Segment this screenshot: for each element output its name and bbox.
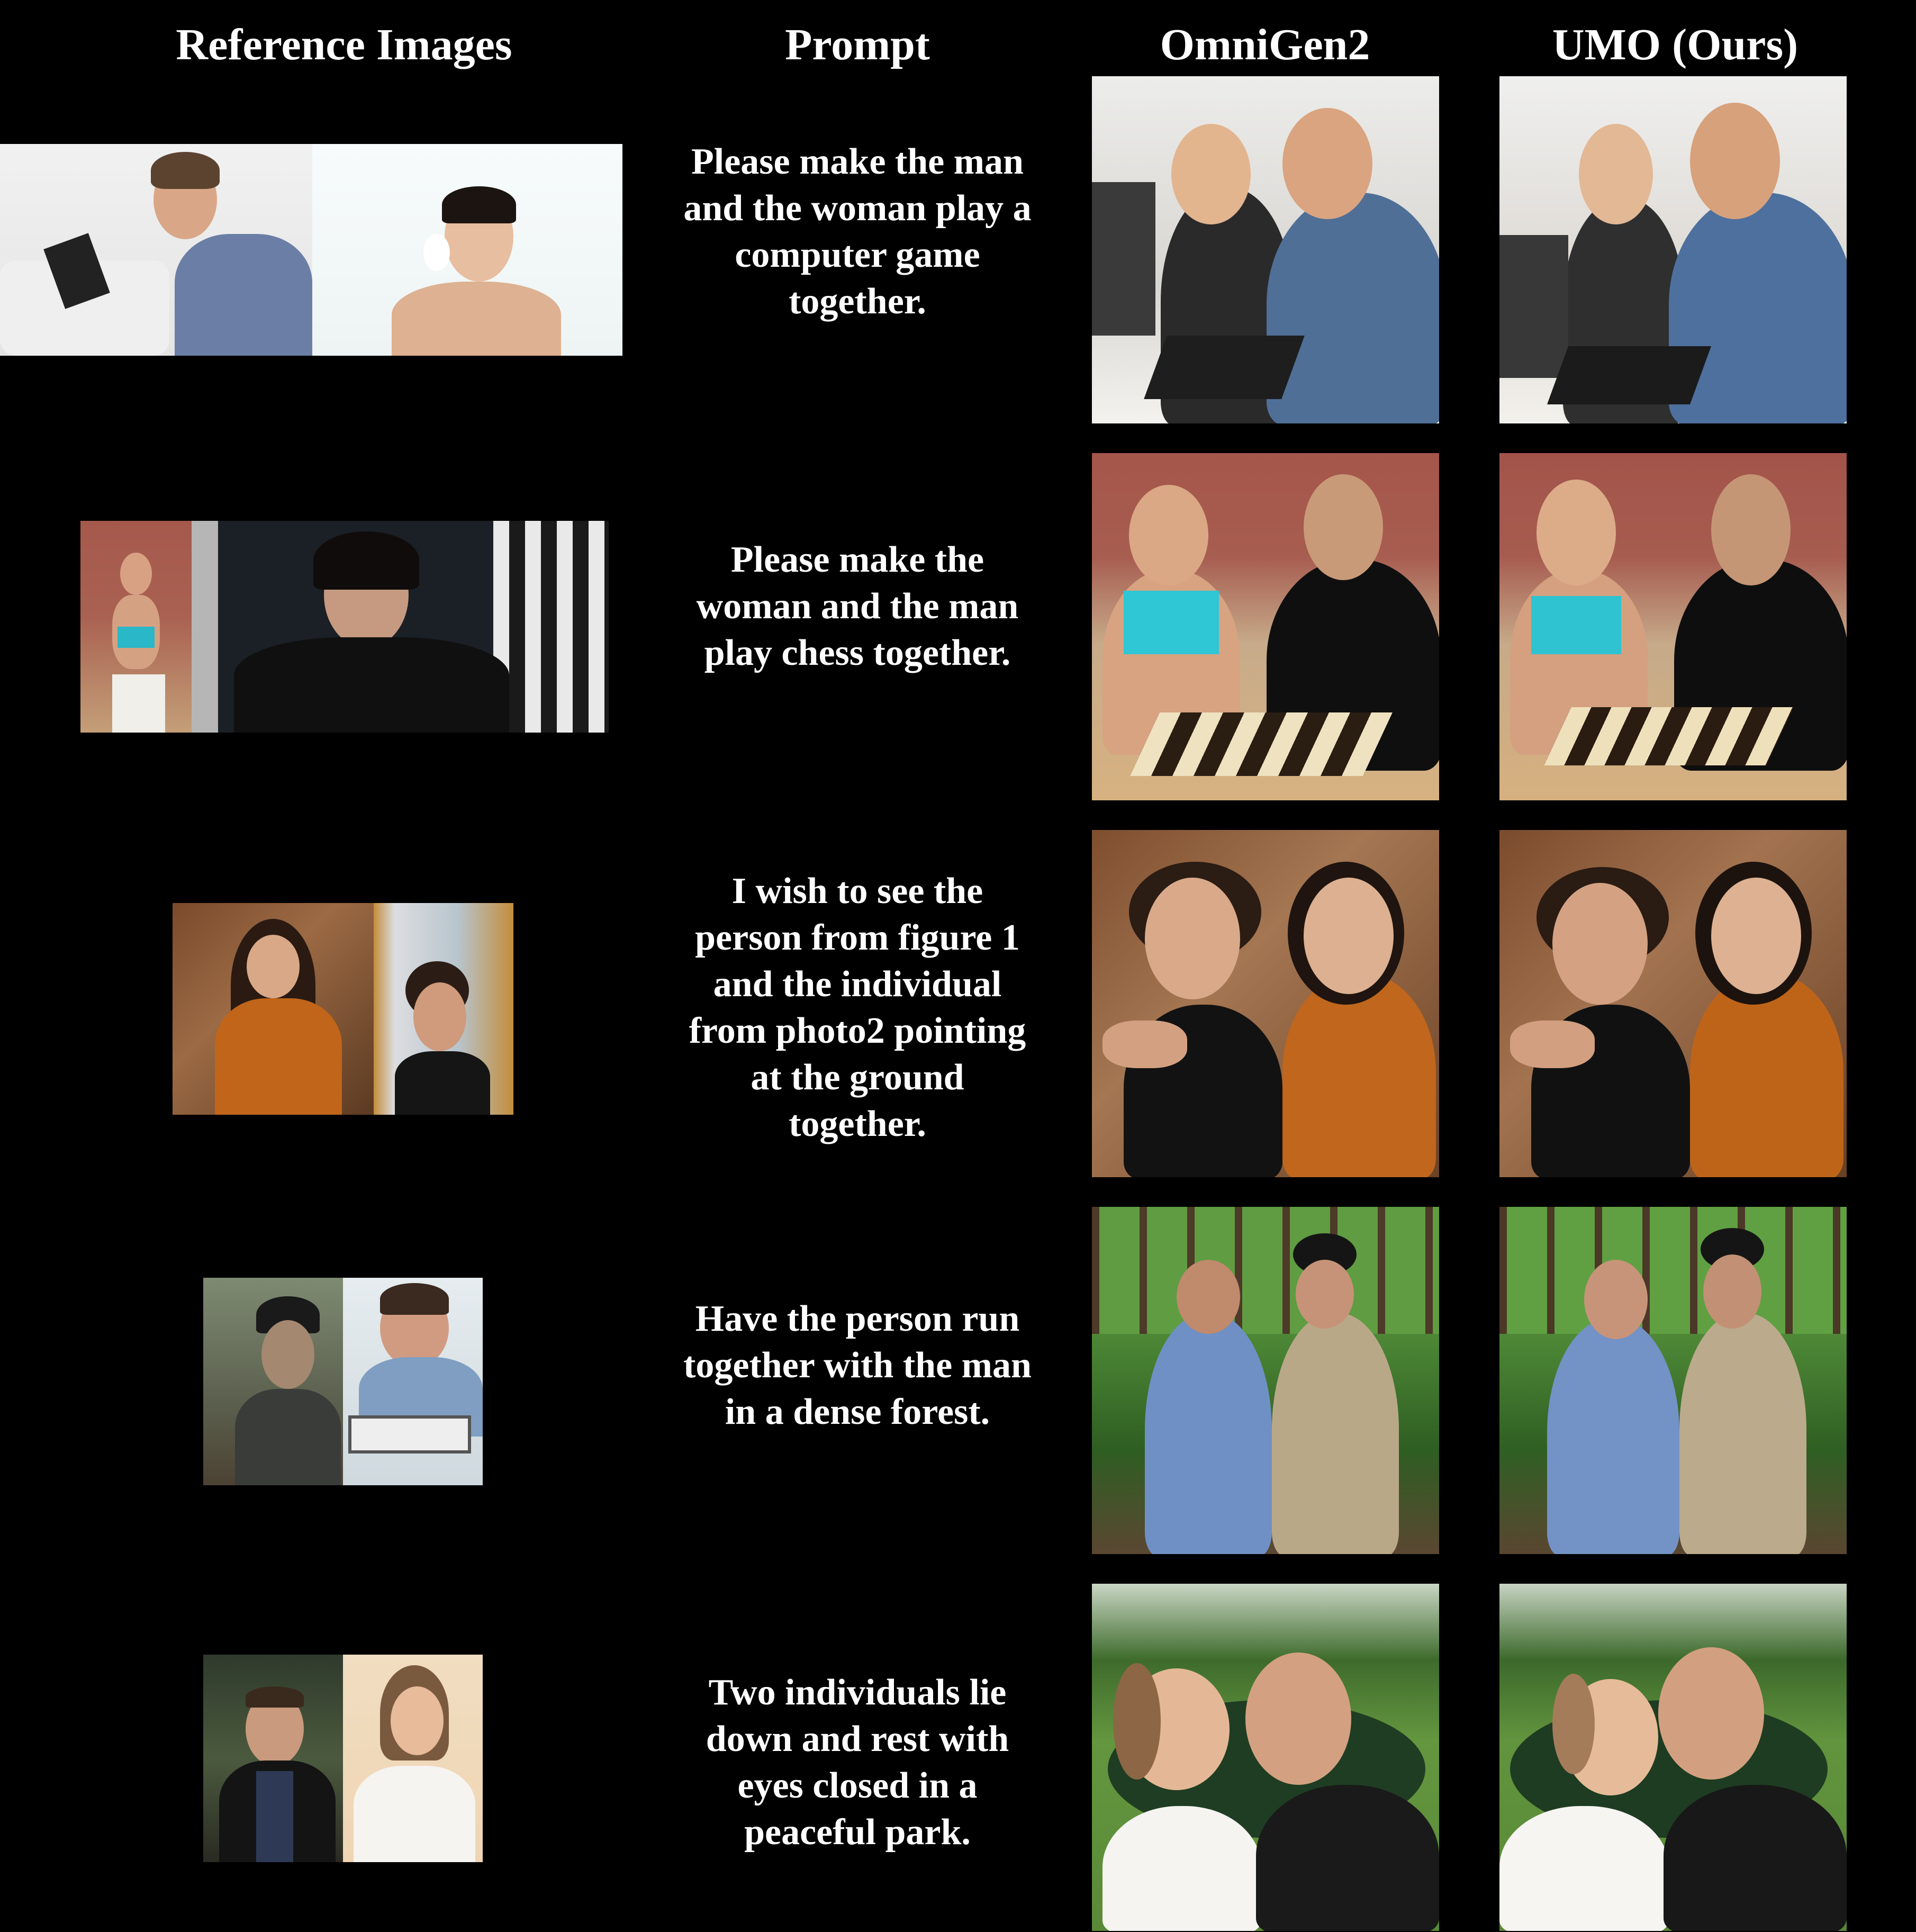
reference-image-man-on-scale (343, 1278, 483, 1485)
example-row-1: Please make the man and the woman play a… (0, 75, 1916, 425)
header-prompt: Prompt (785, 20, 930, 69)
reference-image-woman-bikini (80, 521, 218, 733)
reference-image-man-tablet (0, 144, 312, 356)
prompt-text-4: Have the person run together with the ma… (683, 1298, 1032, 1432)
omnigen2-output-3 (1092, 830, 1439, 1177)
reference-images-4 (203, 1278, 483, 1485)
reference-image-man-leather-jacket (203, 1655, 343, 1862)
reference-image-woman-portrait (312, 144, 622, 356)
prompt-text-2: Please make the woman and the man play c… (696, 539, 1019, 673)
umo-output-5 (1499, 1584, 1847, 1931)
reference-image-man-beanie (203, 1278, 343, 1485)
reference-images-5 (203, 1655, 483, 1862)
umo-output-1 (1499, 76, 1847, 423)
umo-output-4 (1499, 1207, 1847, 1554)
example-row-4: Have the person run together with the ma… (0, 1206, 1916, 1555)
umo-output-2 (1499, 453, 1847, 800)
reference-image-man-dark-robe (218, 521, 609, 733)
reference-image-woman-orange-sweater (173, 903, 374, 1115)
reference-images-3 (173, 903, 513, 1115)
omnigen2-output-2 (1092, 453, 1439, 800)
example-row-3: I wish to see the person from figure 1 a… (0, 829, 1916, 1178)
prompt-text-5: Two individuals lie down and rest with e… (706, 1672, 1009, 1853)
prompt-text-1: Please make the man and the woman play a… (683, 141, 1032, 322)
prompt-text-3: I wish to see the person from figure 1 a… (689, 871, 1026, 1144)
reference-image-woman-curly-hair (374, 903, 513, 1115)
reference-images-2 (80, 521, 609, 733)
example-row-5: Two individuals lie down and rest with e… (0, 1583, 1916, 1932)
reference-image-woman-white-shirt (343, 1655, 483, 1862)
omnigen2-output-4 (1092, 1207, 1439, 1554)
reference-images-1 (0, 144, 622, 356)
example-row-2: Please make the woman and the man play c… (0, 452, 1916, 801)
umo-output-3 (1499, 830, 1847, 1177)
omnigen2-output-1 (1092, 76, 1439, 423)
omnigen2-output-5 (1092, 1584, 1439, 1931)
header-omnigen2: OmniGen2 (1160, 20, 1370, 69)
header-umo-ours: UMO (Ours) (1552, 20, 1798, 69)
header-reference-images: Reference Images (176, 20, 512, 69)
